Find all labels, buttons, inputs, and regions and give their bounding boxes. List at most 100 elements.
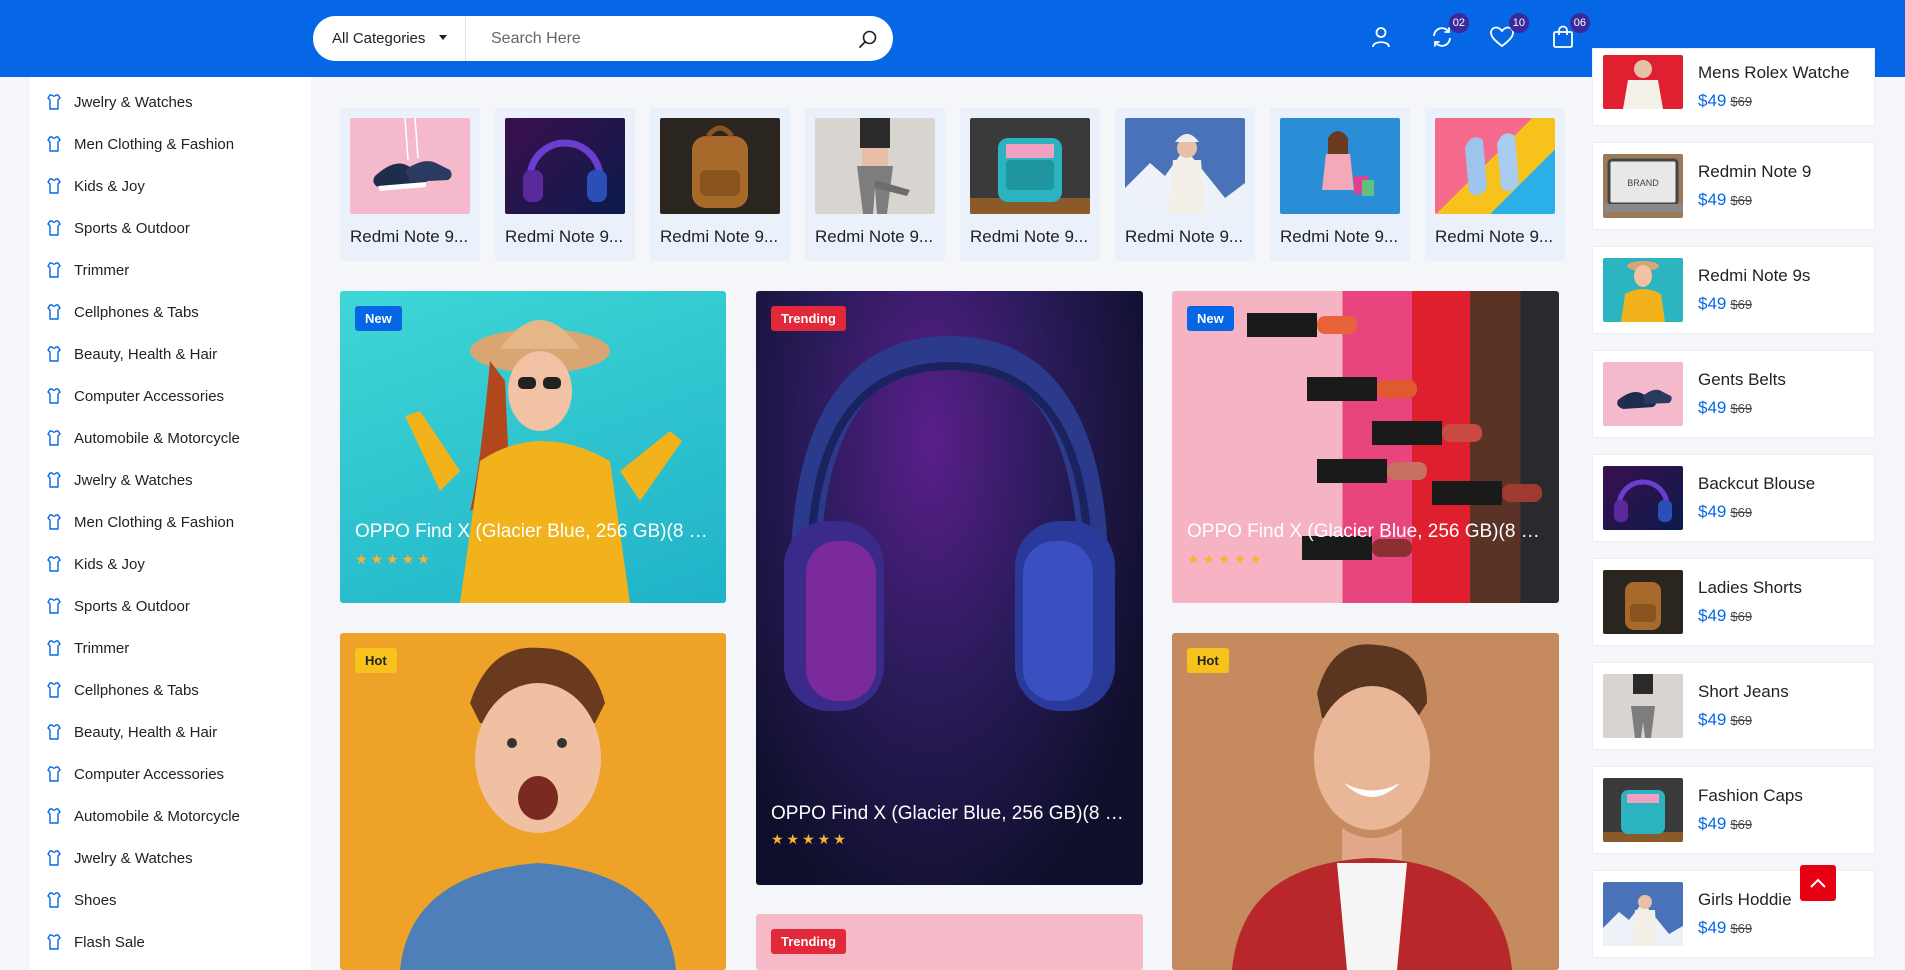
sidebar-category-item[interactable]: Automobile & Motorcycle [30,417,311,459]
list-item-name: Redmin Note 9 [1698,162,1812,181]
status-badge: Trending [771,929,846,954]
category-select-label: All Categories [332,30,426,47]
shirt-icon [45,597,63,615]
sidebar-category-item[interactable]: Kids & Joy [30,165,311,207]
sidebar-category-label: Automobile & Motorcycle [74,429,240,447]
rating-stars: ★★★★★ [771,831,849,847]
product-image-red-jacket [1603,55,1683,109]
shirt-icon [45,555,63,573]
product-thumb[interactable]: Redmi Note 9... [340,108,480,261]
account-button[interactable] [1366,22,1396,52]
sidebar-category-label: Computer Accessories [74,387,225,405]
cart-button[interactable]: 06 [1548,13,1590,52]
product-thumb-name: Redmi Note 9... [505,227,624,246]
product-thumb[interactable]: Redmi Note 9... [1115,108,1255,261]
product-thumb-name: Redmi Note 9... [350,227,469,246]
list-item[interactable]: Fashion Caps $49 $69 [1592,766,1875,854]
list-item-name: Mens Rolex Watche [1698,63,1850,82]
product-thumb[interactable]: Redmi Note 9... [650,108,790,261]
sidebar-category-label: Cellphones & Tabs [74,303,199,321]
sidebar-category-label: Jwelry & Watches [74,849,193,867]
status-badge: New [355,306,402,331]
list-item-price: $49 [1698,918,1727,937]
list-item[interactable]: Mens Rolex Watche $49 $69 [1592,48,1875,126]
list-item-name: Girls Hoddie [1698,890,1792,909]
product-thumb[interactable]: Redmi Note 9... [805,108,945,261]
shirt-icon [45,219,63,237]
product-thumb[interactable]: Redmi Note 9... [1425,108,1565,261]
sidebar-category-label: Jwelry & Watches [74,93,193,111]
product-card[interactable]: Hot [340,633,726,970]
sidebar-category-label: Automobile & Motorcycle [74,807,240,825]
sidebar-category-item[interactable]: Kids & Joy [30,543,311,585]
sidebar-category-item[interactable]: Jwelry & Watches [30,81,311,123]
shirt-icon [45,303,63,321]
product-card[interactable]: Trending [756,914,1143,970]
shirt-icon [45,177,63,195]
sidebar-category-item[interactable]: Computer Accessories [30,753,311,795]
sidebar-category-label: Beauty, Health & Hair [74,723,218,741]
product-thumb[interactable]: Redmi Note 9... [1270,108,1410,261]
list-item-old-price: $69 [1730,297,1753,312]
sidebar-category-item[interactable]: Beauty, Health & Hair [30,333,311,375]
product-image-yoga-woman [815,118,935,214]
product-image-man-surprised [400,647,676,970]
sidebar-category-item[interactable]: Computer Accessories [30,375,311,417]
card-title[interactable]: OPPO Find X (Glacier Blue, 256 GB)(8 G..… [771,803,1128,825]
sidebar-category-item[interactable]: Beauty, Health & Hair [30,711,311,753]
shirt-icon [45,639,63,657]
list-item[interactable]: Redmi Note 9s $49 $69 [1592,246,1875,334]
product-image-man-smiling [1232,644,1512,970]
product-thumb[interactable]: Redmi Note 9... [495,108,635,261]
shirt-icon [45,891,63,909]
sidebar-category-item[interactable]: Men Clothing & Fashion [30,501,311,543]
product-image-yoga-woman [1603,674,1683,738]
list-item[interactable]: Backcut Blouse $49 $69 [1592,454,1875,542]
list-item-name: Redmi Note 9s [1698,266,1811,285]
sidebar-category-item[interactable]: Sports & Outdoor [30,585,311,627]
sidebar-category-item[interactable]: Automobile & Motorcycle [30,795,311,837]
search-input[interactable] [466,16,843,61]
sidebar-category-item[interactable]: Trimmer [30,627,311,669]
product-card[interactable]: New OPPO Find X (Glacier Blue, 256 GB)(8… [340,291,726,603]
product-thumb[interactable]: Redmi Note 9... [960,108,1100,261]
sidebar-category-item[interactable]: Sports & Outdoor [30,207,311,249]
list-item[interactable]: Ladies Shorts $49 $69 [1592,558,1875,646]
card-title[interactable]: OPPO Find X (Glacier Blue, 256 GB)(8 G..… [1187,521,1544,543]
sidebar-category-label: Cellphones & Tabs [74,681,199,699]
featured-products-row: Redmi Note 9... Redmi Note 9... Redmi No… [340,108,1565,261]
category-select[interactable]: All Categories [313,16,466,61]
sidebar-category-item[interactable]: Shoes [30,879,311,921]
list-item[interactable]: Short Jeans $49 $69 [1592,662,1875,750]
card-title[interactable]: OPPO Find X (Glacier Blue, 256 GB)(8 G..… [355,521,711,543]
product-thumb-name: Redmi Note 9... [660,227,779,246]
sidebar-category-item[interactable]: Men Clothing & Fashion [30,123,311,165]
sidebar-category-item[interactable]: Flash Sale [30,921,311,963]
sidebar-category-item[interactable]: Trimmer [30,249,311,291]
wishlist-button[interactable]: 10 [1487,13,1529,52]
shirt-icon [45,765,63,783]
list-item-old-price: $69 [1730,609,1753,624]
chevron-down-icon [439,35,447,40]
sidebar-category-label: Men Clothing & Fashion [74,513,235,531]
search-button[interactable] [843,16,893,61]
product-image-sneakers [350,118,470,214]
sidebar-category-item[interactable]: Jwelry & Watches [30,459,311,501]
list-item-price: $49 [1698,190,1727,209]
list-item[interactable]: BRAND Redmin Note 9 $49 $69 [1592,142,1875,230]
sidebar-category-item[interactable]: Cellphones & Tabs [30,669,311,711]
product-card[interactable]: New OPPO Find X (Glacier Blue, 256 GB)(8… [1172,291,1559,603]
compare-button[interactable]: 02 [1427,13,1469,52]
scroll-to-top-button[interactable] [1800,865,1836,901]
list-item[interactable]: Gents Belts $49 $69 [1592,350,1875,438]
product-card[interactable]: Hot [1172,633,1559,970]
sidebar-category-item[interactable]: Cellphones & Tabs [30,291,311,333]
list-item-name: Backcut Blouse [1698,474,1816,493]
product-card[interactable]: Trending OPPO Find X (Glacier Blue, 256 … [756,291,1143,885]
shirt-icon [45,429,63,447]
sidebar-category-item[interactable]: Jwelry & Watches [30,837,311,879]
list-item-price: $49 [1698,294,1727,313]
search-bar: All Categories [313,16,893,61]
list-item-name: Short Jeans [1698,682,1789,701]
sidebar-category-label: Trimmer [74,261,130,279]
